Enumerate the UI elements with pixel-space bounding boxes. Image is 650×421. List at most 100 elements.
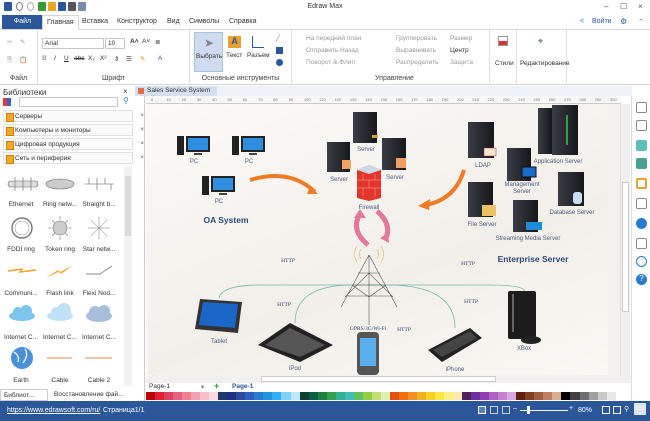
zoom-out-button[interactable]: – [513, 405, 517, 412]
color-swatch[interactable] [525, 392, 535, 400]
data-icon[interactable] [636, 238, 647, 249]
color-swatch[interactable] [498, 392, 508, 400]
firewall-label: Firewall [359, 205, 380, 211]
full-screen-icon[interactable] [634, 403, 646, 415]
color-swatch[interactable] [218, 392, 228, 400]
color-swatch[interactable] [227, 392, 237, 400]
right-toolbar: ? [631, 96, 650, 401]
color-swatch[interactable] [416, 392, 426, 400]
zoom-level: 80% [578, 407, 593, 414]
color-swatch[interactable] [245, 392, 255, 400]
page-selector[interactable]: Page-1 [149, 383, 170, 390]
color-swatch[interactable] [254, 392, 264, 400]
color-swatch[interactable] [570, 392, 580, 400]
color-swatch[interactable] [209, 392, 219, 400]
color-swatch[interactable] [543, 392, 553, 400]
layers-icon[interactable] [636, 198, 647, 209]
fit-page-icon[interactable] [602, 406, 610, 414]
color-swatch[interactable] [407, 392, 417, 400]
server-icon [327, 142, 351, 172]
color-swatch[interactable] [453, 392, 463, 400]
color-swatch[interactable] [552, 392, 562, 400]
page-tab[interactable]: Page-1 [232, 383, 253, 390]
status-bar: https://www.edrawsoft.com/ru/ Страница1/… [0, 401, 650, 421]
color-swatch[interactable] [462, 392, 472, 400]
color-swatch[interactable] [155, 392, 165, 400]
add-page-button[interactable]: + [214, 381, 219, 391]
color-swatch[interactable] [516, 392, 526, 400]
diagram: PC PC PC OA System Server Server Server … [177, 105, 595, 375]
color-swatch[interactable] [444, 392, 454, 400]
color-swatch[interactable] [299, 392, 309, 400]
comment-icon[interactable] [636, 256, 647, 267]
globe-icon[interactable] [636, 218, 647, 229]
zoom-icon[interactable]: ⚲ [624, 405, 629, 413]
color-swatch[interactable] [371, 392, 381, 400]
color-swatch[interactable] [353, 392, 363, 400]
color-swatch[interactable] [164, 392, 174, 400]
color-swatch[interactable] [398, 392, 408, 400]
http-label: HTTP [464, 299, 478, 305]
color-swatch[interactable] [579, 392, 589, 400]
color-swatch[interactable] [480, 392, 490, 400]
image-icon[interactable] [636, 158, 647, 169]
color-swatch[interactable] [200, 392, 210, 400]
pc-icon [177, 136, 210, 155]
fill-icon[interactable] [636, 102, 647, 113]
color-swatch[interactable] [561, 392, 571, 400]
page-dropdown-icon[interactable]: ▾ [201, 383, 204, 391]
streaming-server-icon [513, 200, 542, 232]
color-swatch[interactable] [326, 392, 336, 400]
color-swatch[interactable] [317, 392, 327, 400]
page-icon[interactable] [636, 178, 647, 189]
presentation-icon[interactable] [502, 406, 510, 414]
color-swatch[interactable] [489, 392, 499, 400]
line-icon[interactable] [636, 120, 647, 131]
help-icon[interactable]: ? [636, 274, 647, 285]
color-swatch[interactable] [425, 392, 435, 400]
color-swatch[interactable] [263, 392, 273, 400]
database-server-icon [558, 172, 584, 206]
page-indicator: Страница1/1 [103, 407, 145, 414]
color-swatch[interactable] [389, 392, 399, 400]
zoom-in-button[interactable]: + [569, 405, 573, 412]
color-swatch[interactable] [173, 392, 183, 400]
color-swatch[interactable] [281, 392, 291, 400]
scroll-thumb[interactable] [261, 376, 496, 382]
server-icon [353, 112, 378, 143]
server-label: Server [330, 177, 348, 183]
color-swatch[interactable] [597, 392, 607, 400]
scroll-thumb[interactable] [622, 182, 629, 312]
color-swatch[interactable] [335, 392, 345, 400]
color-swatch[interactable] [344, 392, 354, 400]
xbox-label: XBox [517, 346, 531, 352]
color-swatch[interactable] [182, 392, 192, 400]
shadow-icon[interactable] [636, 140, 647, 151]
color-swatch[interactable] [191, 392, 201, 400]
color-palette[interactable] [146, 392, 616, 401]
color-swatch[interactable] [507, 392, 517, 400]
color-swatch[interactable] [588, 392, 598, 400]
color-swatch[interactable] [362, 392, 372, 400]
fit-width-icon[interactable] [613, 406, 621, 414]
color-swatch[interactable] [534, 392, 544, 400]
oa-system-title: OA System [203, 215, 248, 225]
color-swatch[interactable] [272, 392, 282, 400]
color-swatch[interactable] [380, 392, 390, 400]
zoom-slider-thumb[interactable] [527, 406, 530, 414]
enterprise-server-title: Enterprise Server [498, 254, 570, 264]
color-swatch[interactable] [236, 392, 246, 400]
phone-icon [357, 332, 379, 375]
color-swatch[interactable] [471, 392, 481, 400]
http-label: HTTP [397, 327, 411, 333]
color-swatch[interactable] [146, 392, 156, 400]
view-normal-icon[interactable] [478, 406, 486, 414]
color-swatch[interactable] [290, 392, 300, 400]
color-swatch[interactable] [308, 392, 318, 400]
website-link[interactable]: https://www.edrawsoft.com/ru/ [7, 407, 100, 414]
color-swatch[interactable] [606, 392, 616, 400]
color-swatch[interactable] [435, 392, 445, 400]
vertical-scrollbar[interactable] [620, 104, 630, 376]
management-server-icon [507, 148, 537, 181]
view-full-icon[interactable] [490, 406, 498, 414]
